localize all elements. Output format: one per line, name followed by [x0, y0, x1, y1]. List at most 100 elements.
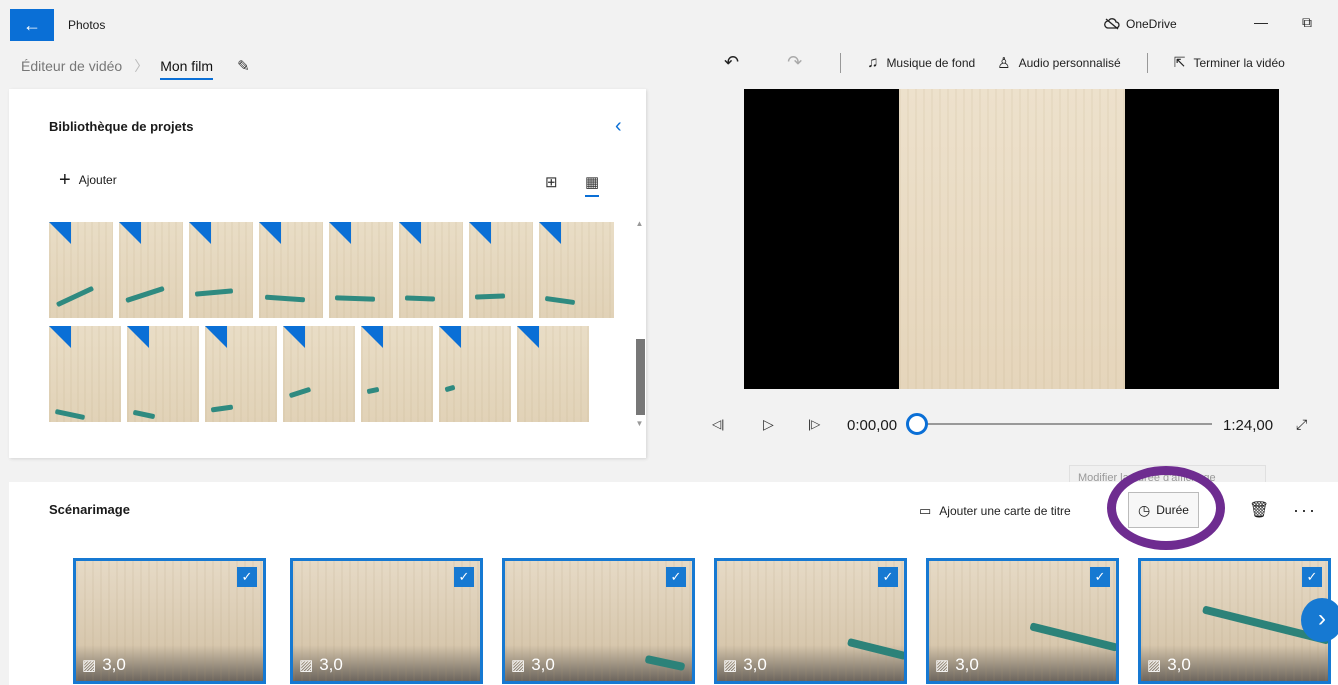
audio-person-icon: ♙: [997, 54, 1011, 72]
redo-icon[interactable]: ↷: [787, 52, 802, 73]
custom-audio-button[interactable]: ♙ Audio personnalisé: [997, 54, 1121, 72]
storyboard-clip[interactable]: ✓ ▨ 3,0: [502, 558, 695, 684]
selected-corner-marker: [127, 326, 149, 348]
selected-corner-marker: [259, 222, 281, 244]
custom-audio-label: Audio personnalisé: [1018, 55, 1121, 70]
title-bar: ← Photos OneDrive — ⧉: [0, 0, 1338, 41]
pencil-object: [194, 288, 234, 297]
library-thumbnail[interactable]: [205, 326, 277, 422]
library-thumbnail[interactable]: [283, 326, 355, 422]
pencil-object: [210, 404, 234, 413]
next-chevron-icon[interactable]: ›: [1301, 598, 1338, 642]
library-title: Bibliothèque de projets: [49, 119, 194, 134]
add-title-card-label: Ajouter une carte de titre: [939, 504, 1071, 518]
more-options-icon[interactable]: ···: [1293, 500, 1317, 521]
storyboard-title: Scénarimage: [49, 502, 130, 517]
small-grid-view-icon[interactable]: ▦: [585, 173, 600, 197]
current-time: 0:00,00: [847, 417, 898, 434]
pencil-object: [644, 654, 686, 672]
library-thumbnail[interactable]: [329, 222, 393, 318]
image-icon: ▨: [935, 657, 950, 674]
clip-checkbox[interactable]: ✓: [454, 567, 474, 587]
onedrive-status[interactable]: OneDrive: [1104, 17, 1177, 31]
clip-checkbox[interactable]: ✓: [237, 567, 257, 587]
image-icon: ▨: [299, 657, 314, 674]
clip-checkbox[interactable]: ✓: [1302, 567, 1322, 587]
selected-corner-marker: [469, 222, 491, 244]
selected-corner-marker: [49, 326, 71, 348]
pencil-object: [1029, 622, 1116, 652]
seek-track[interactable]: [916, 423, 1212, 425]
library-thumbnail[interactable]: [539, 222, 614, 318]
library-thumbnail[interactable]: [119, 222, 183, 318]
share-export-icon: ⇱: [1173, 54, 1186, 70]
restore-button[interactable]: ⧉: [1292, 14, 1322, 31]
library-scrollbar[interactable]: ▲ ▼: [634, 219, 645, 431]
clip-duration-value: 3,0: [743, 655, 767, 674]
finish-video-button[interactable]: ⇱ Terminer la vidéo: [1174, 54, 1285, 71]
clip-checkbox[interactable]: ✓: [878, 567, 898, 587]
title-card-icon: ▭: [919, 503, 932, 518]
storyboard-clip[interactable]: ✓ ▨ 3,0: [290, 558, 483, 684]
clip-checkbox[interactable]: ✓: [1090, 567, 1110, 587]
play-icon[interactable]: ▷: [763, 416, 774, 433]
back-button[interactable]: ←: [10, 9, 54, 41]
library-thumbnail[interactable]: [517, 326, 589, 422]
next-frame-icon[interactable]: |▷: [808, 417, 820, 431]
selected-corner-marker: [119, 222, 141, 244]
storyboard-clip[interactable]: ✓ ▨ 3,0: [926, 558, 1119, 684]
scroll-down-icon[interactable]: ▼: [634, 419, 645, 429]
clip-duration: ▨ 3,0: [935, 655, 979, 675]
previous-frame-icon[interactable]: ◁|: [712, 417, 724, 431]
library-thumbnail[interactable]: [127, 326, 199, 422]
selected-corner-marker: [189, 222, 211, 244]
library-thumbnail[interactable]: [361, 326, 433, 422]
clip-duration: ▨ 3,0: [723, 655, 767, 675]
seek-knob[interactable]: [906, 413, 928, 435]
pencil-object: [544, 295, 576, 306]
clip-duration: ▨ 3,0: [511, 655, 555, 675]
library-thumbnail[interactable]: [189, 222, 253, 318]
selected-corner-marker: [329, 222, 351, 244]
clip-duration-value: 3,0: [1167, 655, 1191, 674]
image-icon: ▨: [82, 657, 97, 674]
breadcrumb: Éditeur de vidéo 〉 Mon film ✎: [21, 52, 250, 80]
background-music-button[interactable]: ♫ Musique de fond: [867, 54, 975, 71]
library-thumbnail[interactable]: [259, 222, 323, 318]
clip-duration-value: 3,0: [955, 655, 979, 674]
breadcrumb-parent[interactable]: Éditeur de vidéo: [21, 58, 122, 74]
clip-checkbox[interactable]: ✓: [666, 567, 686, 587]
pencil-object: [264, 294, 306, 303]
library-thumbnail[interactable]: [49, 222, 113, 318]
minimize-button[interactable]: —: [1246, 14, 1276, 30]
pencil-object: [366, 386, 380, 395]
delete-trash-icon[interactable]: 🗑: [1249, 500, 1269, 520]
image-icon: ▨: [511, 657, 526, 674]
pencil-object: [846, 637, 904, 661]
scroll-up-icon[interactable]: ▲: [634, 219, 645, 229]
fullscreen-icon[interactable]: ⤢: [1296, 416, 1307, 433]
pencil-object: [404, 295, 436, 302]
selected-corner-marker: [283, 326, 305, 348]
storyboard-clip[interactable]: ✓ ▨ 3,0: [714, 558, 907, 684]
playback-bar: ◁| ▷ |▷ 0:00,00 1:24,00 ⤢: [708, 412, 1318, 438]
cloud-off-icon: [1104, 18, 1120, 30]
storyboard-clip[interactable]: ✓ ▨ 3,0: [73, 558, 266, 684]
video-preview[interactable]: [744, 89, 1279, 389]
add-title-card-button[interactable]: ▭ Ajouter une carte de titre: [919, 496, 1071, 526]
breadcrumb-current: Mon film: [160, 58, 214, 80]
rename-pencil-icon[interactable]: ✎: [237, 57, 250, 75]
large-grid-view-icon[interactable]: ⊞: [545, 173, 558, 191]
library-thumbnail[interactable]: [469, 222, 533, 318]
library-thumbnail[interactable]: [49, 326, 121, 422]
collapse-chevron-icon[interactable]: ‹: [615, 115, 622, 138]
scroll-thumb[interactable]: [636, 339, 645, 415]
undo-icon[interactable]: ↶: [724, 52, 739, 73]
add-media-button[interactable]: + Ajouter: [59, 170, 117, 190]
background-music-label: Musique de fond: [886, 55, 976, 70]
library-thumbnail[interactable]: [439, 326, 511, 422]
image-icon: ▨: [723, 657, 738, 674]
library-thumbnail[interactable]: [399, 222, 463, 318]
pencil-object: [125, 285, 165, 304]
pencil-object: [474, 293, 506, 300]
